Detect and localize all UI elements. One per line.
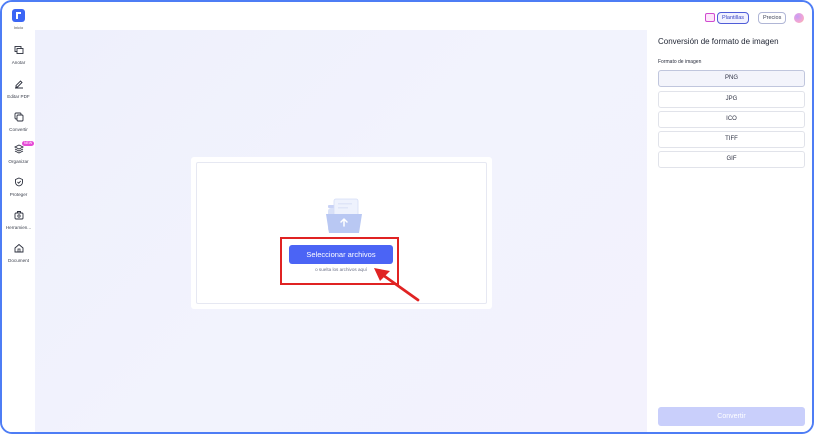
tools-icon	[14, 211, 23, 220]
app-logo-icon[interactable]	[12, 9, 25, 22]
format-option-tiff[interactable]: TIFF	[658, 131, 805, 148]
format-panel: Conversión de formato de imagen Formato …	[647, 30, 812, 432]
sidebar-item-anotar[interactable]: Anotar	[2, 45, 35, 65]
panel-subtitle: Formato de imagen	[658, 59, 702, 65]
sidebar-item-editar-pdf[interactable]: Editar PDF	[2, 79, 35, 99]
convert-icon	[14, 112, 23, 122]
sidebar-item-label: Proteger	[9, 192, 28, 197]
format-option-jpg[interactable]: JPG	[658, 91, 805, 108]
home-icon	[14, 243, 23, 253]
sidebar-item-proteger[interactable]: Proteger	[2, 177, 35, 197]
precios-button[interactable]: Precios	[758, 12, 787, 24]
arrow-icon	[374, 268, 420, 302]
convert-button[interactable]: Convertir	[658, 407, 805, 426]
new-badge: NEW	[22, 141, 35, 146]
edit-pdf-icon	[14, 80, 23, 89]
annotate-icon	[14, 46, 23, 54]
plantillas-button[interactable]: Plantillas	[717, 12, 750, 24]
format-option-gif[interactable]: GIF	[658, 151, 805, 168]
format-option-png[interactable]: PNG	[658, 70, 805, 87]
sidebar: Inicio Anotar Editar PDF Convertir NEW O…	[2, 2, 35, 432]
sidebar-item-label: Herramien...	[5, 225, 32, 230]
folder-icon	[326, 198, 362, 233]
sidebar-item-label: Organizar	[8, 159, 29, 164]
download-icon[interactable]	[705, 13, 715, 22]
upload-dropzone[interactable]	[191, 157, 492, 309]
sidebar-item-label: Convertir	[9, 127, 28, 132]
sidebar-item-label: Anotar	[11, 60, 26, 65]
top-bar: Plantillas Precios	[35, 2, 812, 30]
avatar[interactable]	[794, 13, 804, 23]
shield-icon	[14, 177, 23, 187]
sidebar-item-convertir[interactable]: Convertir	[2, 112, 35, 132]
sidebar-item-label: Editar PDF	[7, 94, 30, 99]
sidebar-item-label: Document	[8, 258, 29, 263]
format-option-ico[interactable]: ICO	[658, 111, 805, 128]
logo-label: Inicio	[13, 25, 24, 30]
app-window: Inicio Anotar Editar PDF Convertir NEW O…	[0, 0, 814, 434]
sidebar-item-document[interactable]: Document	[2, 243, 35, 263]
sidebar-item-organizar[interactable]: NEW Organizar	[2, 141, 35, 164]
panel-title: Conversión de formato de imagen	[658, 37, 779, 46]
sidebar-item-herramientas[interactable]: Herramien...	[2, 210, 35, 230]
